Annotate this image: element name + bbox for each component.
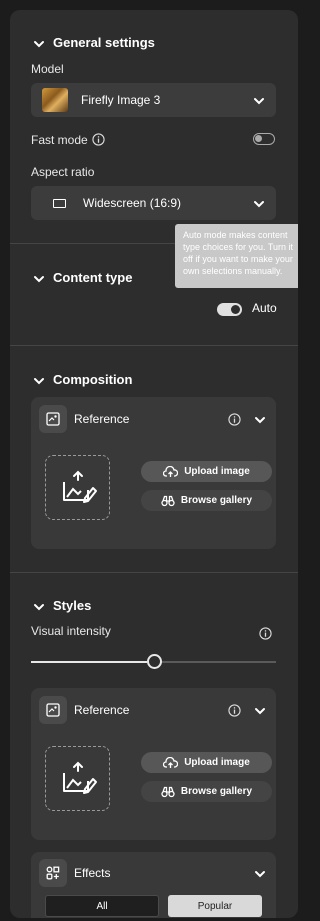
- content-type-title[interactable]: Content type: [53, 270, 132, 285]
- content-type-chevron-icon[interactable]: [33, 272, 45, 290]
- content-type-auto-toggle[interactable]: [217, 303, 242, 316]
- visual-intensity-slider[interactable]: [31, 654, 276, 669]
- chevron-down-icon[interactable]: [254, 867, 266, 885]
- styles-title[interactable]: Styles: [53, 598, 91, 613]
- browse-gallery-button[interactable]: Browse gallery: [141, 490, 272, 511]
- fast-mode-label: Fast mode: [31, 133, 88, 147]
- browse-gallery-label: Browse gallery: [180, 786, 253, 797]
- composition-reference-card: Reference Upload image Browse gallery: [31, 397, 276, 549]
- composition-chevron-icon[interactable]: [33, 374, 45, 392]
- general-settings-chevron-icon[interactable]: [33, 37, 45, 55]
- image-drop-zone[interactable]: [45, 746, 110, 811]
- image-upload-icon: [62, 470, 97, 503]
- tab-popular[interactable]: Popular: [168, 895, 262, 917]
- aspect-ratio-value: Widescreen (16:9): [83, 196, 182, 210]
- chevron-down-icon[interactable]: [254, 413, 266, 431]
- effects-card: Effects All Popular: [31, 852, 276, 918]
- reference-icon: [39, 696, 67, 724]
- toggle-knob: [255, 135, 262, 142]
- widescreen-icon: [53, 199, 66, 208]
- reference-label: Reference: [74, 412, 130, 426]
- info-icon[interactable]: [228, 704, 241, 722]
- chevron-down-icon: [253, 94, 265, 112]
- aspect-ratio-dropdown[interactable]: Widescreen (16:9): [31, 186, 276, 220]
- aspect-ratio-label: Aspect ratio: [31, 165, 95, 179]
- binoculars-icon: [161, 786, 175, 797]
- image-drop-zone[interactable]: [45, 455, 110, 520]
- chevron-down-icon[interactable]: [254, 704, 266, 722]
- model-value: Firefly Image 3: [81, 93, 161, 107]
- auto-label: Auto: [252, 301, 277, 315]
- slider-handle[interactable]: [147, 654, 162, 669]
- reference-icon: [39, 405, 67, 433]
- divider: [10, 572, 298, 573]
- composition-title[interactable]: Composition: [53, 372, 132, 387]
- model-dropdown[interactable]: Firefly Image 3: [31, 83, 276, 117]
- effects-label: Effects: [74, 866, 111, 880]
- divider: [10, 345, 298, 346]
- info-icon[interactable]: [92, 133, 105, 151]
- cloud-upload-icon: [163, 465, 179, 477]
- upload-image-button[interactable]: Upload image: [141, 461, 272, 482]
- info-icon[interactable]: [259, 627, 272, 645]
- tab-all[interactable]: All: [45, 895, 159, 917]
- cloud-upload-icon: [163, 756, 179, 768]
- settings-panel: General settings Model Firefly Image 3 F…: [10, 10, 298, 918]
- info-icon[interactable]: [228, 413, 241, 431]
- image-upload-icon: [62, 761, 97, 794]
- slider-fill: [31, 661, 147, 663]
- auto-mode-tooltip: Auto mode makes content type choices for…: [175, 224, 298, 288]
- chevron-down-icon: [253, 197, 265, 215]
- browse-gallery-button[interactable]: Browse gallery: [141, 781, 272, 802]
- upload-image-label: Upload image: [184, 757, 250, 768]
- general-settings-title[interactable]: General settings: [53, 35, 155, 50]
- styles-reference-card: Reference Upload image Browse gallery: [31, 688, 276, 840]
- upload-image-button[interactable]: Upload image: [141, 752, 272, 773]
- reference-label: Reference: [74, 703, 130, 717]
- effects-icon: [39, 859, 67, 887]
- browse-gallery-label: Browse gallery: [180, 495, 253, 506]
- toggle-knob: [231, 305, 240, 314]
- fast-mode-toggle[interactable]: [253, 133, 275, 145]
- styles-chevron-icon[interactable]: [33, 600, 45, 618]
- model-thumbnail: [42, 88, 68, 112]
- upload-image-label: Upload image: [184, 466, 250, 477]
- binoculars-icon: [161, 495, 175, 506]
- model-label: Model: [31, 62, 64, 76]
- visual-intensity-label: Visual intensity: [31, 624, 111, 638]
